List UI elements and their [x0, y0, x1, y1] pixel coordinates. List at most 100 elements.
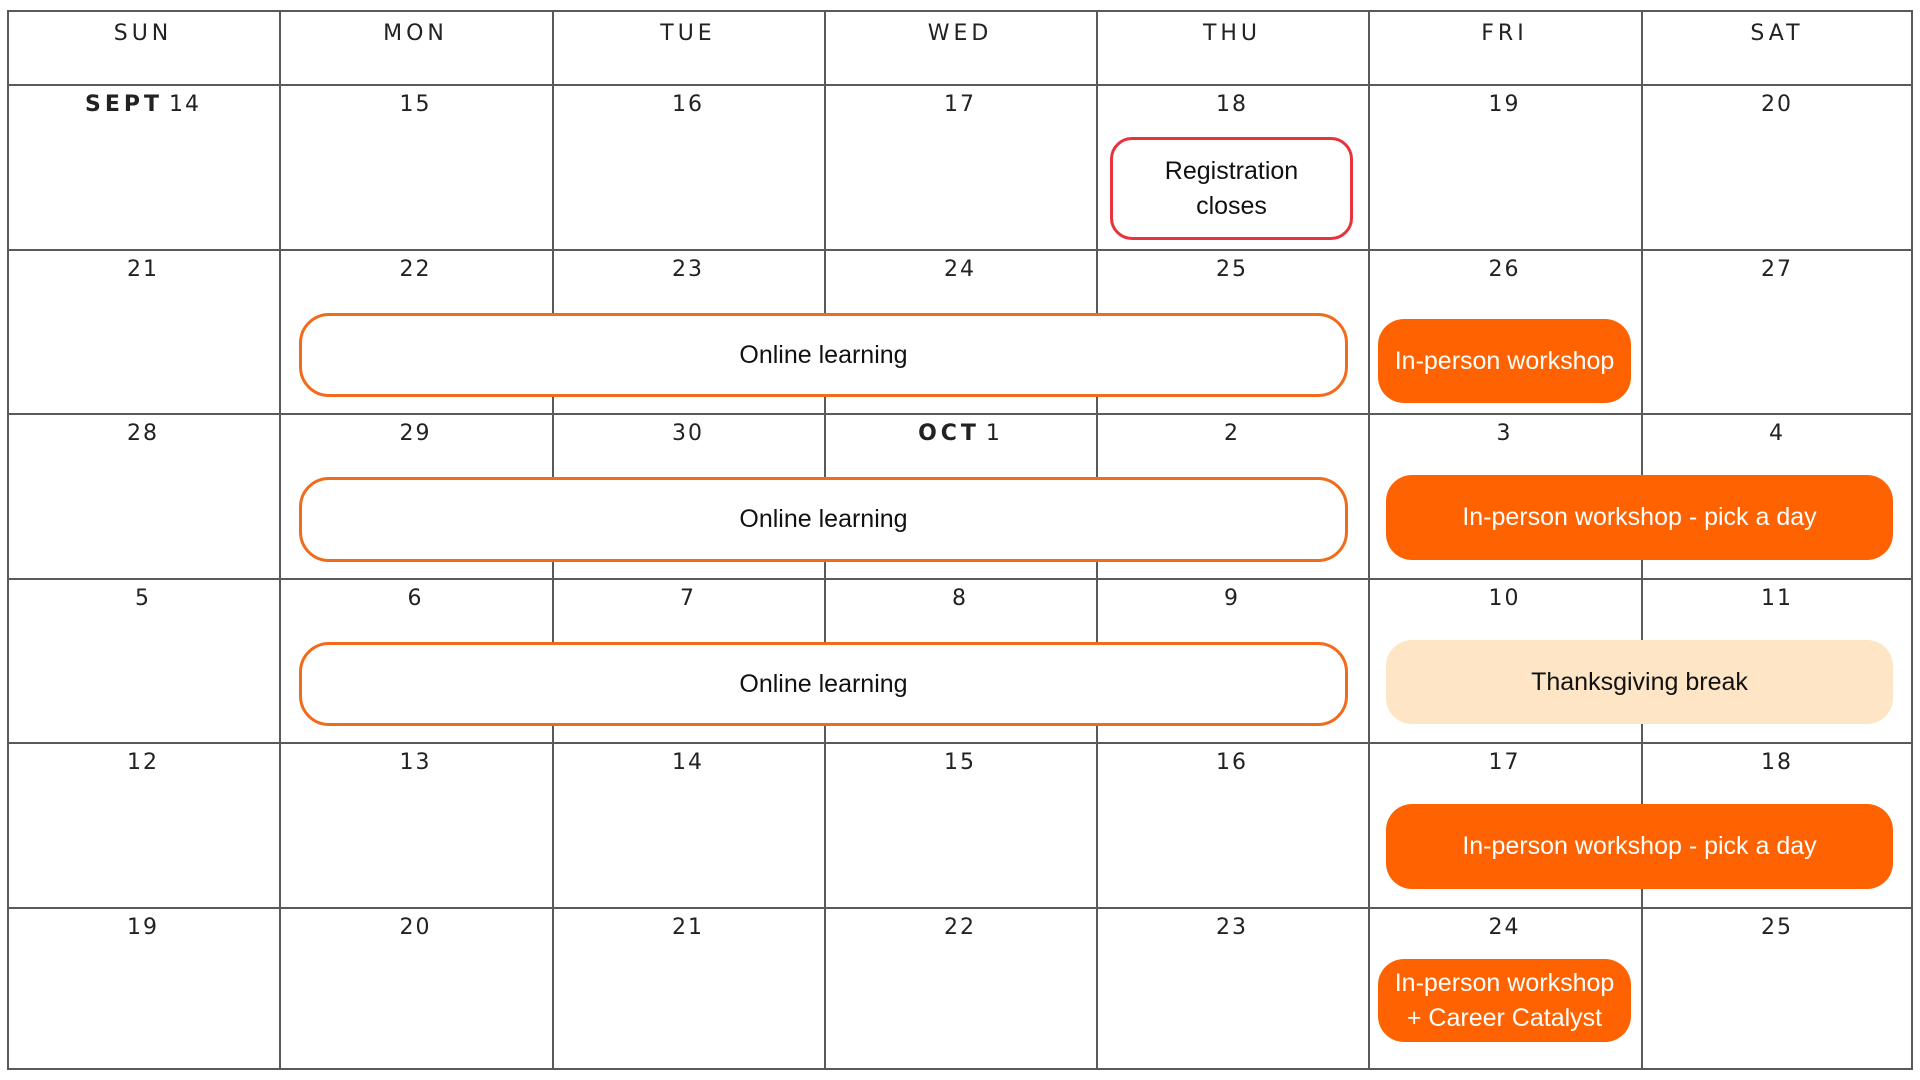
date-label: 18 [1096, 85, 1368, 125]
event-label-line: Online learning [739, 505, 908, 533]
date-label: 20 [1641, 85, 1913, 125]
date-number: 10 [1488, 586, 1521, 611]
grid-row-line [7, 1068, 1913, 1070]
date-label: 24 [824, 250, 1096, 290]
calendar-grid: SUN MON TUE WED THU FRI SAT SEPT 14 15 16 17 18 19 20 2… [7, 10, 1913, 1070]
date-number: 17 [1488, 750, 1521, 775]
date-label: SEPT 14 [7, 85, 279, 125]
date-label: 23 [1096, 908, 1368, 948]
date-label: 7 [552, 579, 824, 619]
date-label: 5 [7, 579, 279, 619]
date-number: 2 [1224, 421, 1240, 446]
day-header-sun: SUN [113, 21, 173, 46]
online-learning-event-3[interactable]: Online learning [299, 642, 1348, 726]
in-person-workshop-event[interactable]: In-person workshop [1378, 319, 1631, 403]
date-label: 17 [824, 85, 1096, 125]
date-label: 9 [1096, 579, 1368, 619]
date-label: 28 [7, 414, 279, 454]
date-number: 19 [1488, 92, 1521, 117]
date-number: 15 [944, 750, 976, 775]
date-number: 4 [1769, 421, 1785, 446]
date-label: OCT 1 [824, 414, 1096, 454]
date-label: 30 [552, 414, 824, 454]
day-header-thu: THU [1202, 21, 1262, 46]
date-number: 7 [680, 586, 696, 611]
date-label: 13 [279, 743, 552, 783]
registration-closes-event[interactable]: Registration closes [1110, 137, 1353, 240]
date-label: 19 [7, 908, 279, 948]
grid-row-line [7, 742, 1913, 744]
grid-row-line [7, 907, 1913, 909]
thanksgiving-break-event[interactable]: Thanksgiving break [1386, 640, 1893, 724]
online-learning-event-1[interactable]: Online learning [299, 313, 1348, 397]
date-label: 15 [824, 743, 1096, 783]
date-number: 8 [952, 586, 968, 611]
event-label: Thanksgiving break [1531, 665, 1748, 700]
grid-column-line [7, 10, 9, 1070]
month-label: OCT [918, 421, 980, 446]
date-number: 16 [672, 92, 704, 117]
date-number: 1 [985, 421, 1002, 446]
date-number: 14 [672, 750, 704, 775]
month-label: SEPT [84, 92, 163, 117]
event-label: Online learning [739, 502, 907, 537]
date-number: 25 [1761, 915, 1793, 940]
date-number: 30 [672, 421, 704, 446]
date-number: 12 [127, 750, 159, 775]
date-label: 25 [1641, 908, 1913, 948]
date-number: 28 [127, 421, 159, 446]
date-number: 23 [1216, 915, 1248, 940]
grid-row-line [7, 578, 1913, 580]
event-label: In-person workshop - pick a day [1462, 500, 1816, 535]
date-label: 8 [824, 579, 1096, 619]
online-learning-event-2[interactable]: Online learning [299, 477, 1348, 562]
date-label: 16 [552, 85, 824, 125]
date-label: 2 [1096, 414, 1368, 454]
event-label-line: In-person workshop - pick a day [1462, 503, 1817, 531]
date-label: 11 [1641, 579, 1913, 619]
date-number: 5 [135, 586, 151, 611]
workshop-pick-a-day-event-1[interactable]: In-person workshop - pick a day [1386, 475, 1893, 560]
grid-row-line [7, 413, 1913, 415]
date-label: 19 [1368, 85, 1641, 125]
date-label: 16 [1096, 743, 1368, 783]
date-label: 20 [279, 908, 552, 948]
date-number: 26 [1488, 257, 1521, 282]
date-number: 20 [1761, 92, 1793, 117]
event-label-line: Online learning [739, 340, 908, 369]
workshop-pick-a-day-event-2[interactable]: In-person workshop - pick a day [1386, 804, 1893, 889]
event-label-line: Registration [1164, 156, 1299, 185]
date-label: 21 [7, 250, 279, 290]
day-header-sat: SAT [1750, 21, 1804, 46]
grid-column-line [1911, 10, 1913, 1070]
grid-column-line [1368, 10, 1370, 1070]
workshop-career-catalyst-event[interactable]: In-person workshop + Career Catalyst [1378, 959, 1631, 1042]
event-label-line: In-person workshop [1394, 346, 1615, 375]
event-label: Registration closes [1165, 154, 1298, 224]
date-number: 3 [1496, 421, 1513, 446]
date-label: 3 [1368, 414, 1641, 454]
date-label: 14 [552, 743, 824, 783]
date-label: 21 [552, 908, 824, 948]
event-label-line: + Career Catalyst [1406, 1003, 1603, 1032]
date-number: 24 [1488, 915, 1521, 940]
date-number: 21 [672, 915, 704, 940]
date-label: 23 [552, 250, 824, 290]
date-number: 6 [407, 586, 424, 611]
date-number: 21 [127, 257, 159, 282]
date-number: 15 [399, 92, 432, 117]
day-header-tue: TUE [660, 21, 716, 46]
date-label: 27 [1641, 250, 1913, 290]
date-number: 24 [944, 257, 976, 282]
date-number: 23 [672, 257, 704, 282]
date-number: 25 [1216, 257, 1248, 282]
date-number: 9 [1224, 586, 1240, 611]
date-number: 29 [399, 421, 432, 446]
grid-column-line [279, 10, 281, 1070]
event-label: Online learning [739, 338, 907, 373]
date-number: 14 [169, 92, 201, 117]
event-label-line: Thanksgiving break [1531, 667, 1748, 696]
day-header-wed: WED [927, 21, 993, 46]
event-label-line: Online learning [739, 669, 908, 698]
grid-row-line [7, 249, 1913, 251]
